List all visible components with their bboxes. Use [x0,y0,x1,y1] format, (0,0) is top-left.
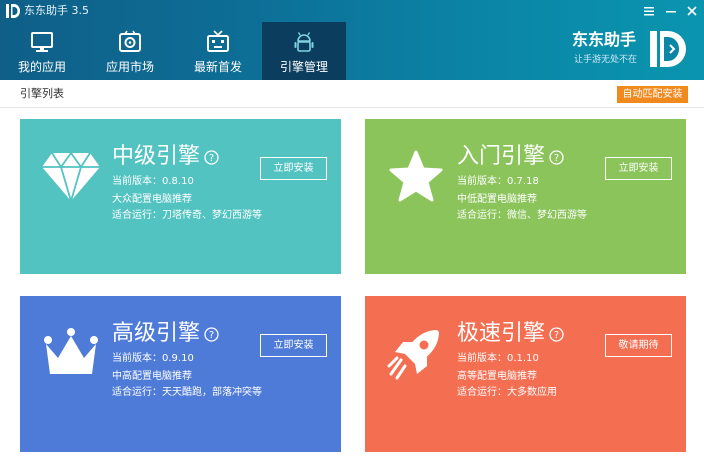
close-button[interactable] [683,2,701,20]
engine-suitable-apps: 适合运行：微信、梦幻西游等 [457,210,587,221]
engine-card-beginner: 入门引擎 ? 当前版本：0.7.18 中低配置电脑推荐 适合运行：微信、梦幻西游… [365,119,686,274]
engine-suitable-apps: 适合运行：大多数应用 [457,387,557,398]
engine-list-bar: 引擎列表 自动匹配安装 [0,80,704,108]
svg-text:?: ? [209,153,214,164]
tv-icon [207,30,229,52]
close-icon [687,6,697,16]
engine-version: 当前版本：0.8.10 [112,176,194,187]
engine-recommendation: 中低配置电脑推荐 [457,194,537,205]
tab-label: 应用市场 [105,60,154,74]
engine-version: 当前版本：0.7.18 [457,176,539,187]
engine-title: 极速引擎 [457,321,546,346]
help-icon[interactable]: ? [549,150,564,165]
engine-recommendation: 中高配置电脑推荐 [112,371,192,382]
engine-version: 当前版本：0.1.10 [457,353,539,364]
engine-suitable-apps: 适合运行：刀塔传奇、梦幻西游等 [112,210,262,221]
engine-card-turbo: 极速引擎 ? 当前版本：0.1.10 高等配置电脑推荐 适合运行：大多数应用 敬… [365,296,686,452]
tab-label: 我的应用 [17,60,66,74]
engine-card-intermediate: 中级引擎 ? 当前版本：0.8.10 大众配置电脑推荐 适合运行：刀塔传奇、梦幻… [20,119,341,274]
engine-title: 中级引擎 [112,144,201,169]
brand-name: 东东助手 [572,30,637,49]
auto-match-install-button[interactable]: 自动匹配安装 [617,86,688,103]
svg-text:?: ? [209,330,214,341]
tab-new-releases[interactable]: 最新首发 [176,22,260,80]
help-icon[interactable]: ? [549,327,564,342]
minimize-button[interactable] [662,2,680,20]
install-button[interactable]: 立即安装 [605,157,672,180]
engine-version: 当前版本：0.9.10 [112,353,194,364]
engine-list-title: 引擎列表 [20,87,64,100]
rocket-icon [387,330,439,380]
title-bar: 东东助手 3.5 [0,0,704,22]
brand-logo-icon [650,31,686,67]
window-title: 东东助手 3.5 [24,4,89,17]
tab-my-apps[interactable]: 我的应用 [0,22,84,80]
star-icon [389,150,443,202]
minimize-icon [666,11,676,13]
monitor-icon [31,32,53,52]
svg-text:?: ? [554,330,559,341]
app-logo-icon [6,4,20,18]
install-button[interactable]: 立即安装 [260,157,327,180]
help-icon[interactable]: ? [204,150,219,165]
android-icon [294,32,314,52]
menu-button[interactable] [640,2,658,20]
install-button[interactable]: 立即安装 [260,334,327,357]
tab-label: 引擎管理 [279,60,328,74]
tab-engine-management[interactable]: 引擎管理 [262,22,346,80]
help-icon[interactable]: ? [204,327,219,342]
menu-icon [644,7,654,16]
app-store-icon [119,30,141,52]
engine-title: 入门引擎 [457,144,546,169]
engine-suitable-apps: 适合运行：天天酷跑，部落冲突等 [112,387,262,398]
engine-title: 高级引擎 [112,321,201,346]
engine-recommendation: 大众配置电脑推荐 [112,194,192,205]
brand-slogan: 让手游无处不在 [574,55,638,65]
tab-label: 最新首发 [193,60,242,74]
coming-soon-button[interactable]: 敬请期待 [605,334,672,357]
svg-text:?: ? [554,153,559,164]
tab-app-market[interactable]: 应用市场 [88,22,172,80]
engine-card-advanced: 高级引擎 ? 当前版本：0.9.10 中高配置电脑推荐 适合运行：天天酷跑，部落… [20,296,341,452]
app-header: 东东助手 3.5 我的应用 应用市场 最新首发 引擎管理 东东助手 让手游无处不… [0,0,704,80]
engine-recommendation: 高等配置电脑推荐 [457,371,537,382]
diamond-icon [42,151,100,205]
crown-icon [44,328,98,374]
